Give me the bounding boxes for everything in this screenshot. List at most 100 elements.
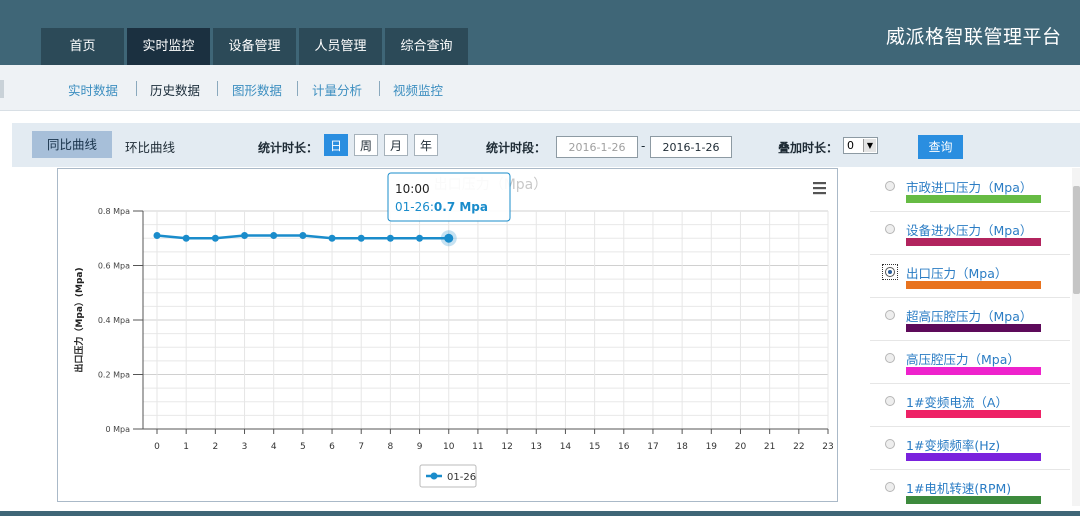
nav-tab-realtime-monitor[interactable]: 实时监控 [127, 28, 210, 65]
y-axis-label: 出口压力（Mpa）(Mpa) [73, 267, 85, 372]
series-option[interactable]: 1#变频电流（A） [870, 383, 1070, 427]
series-option[interactable]: 1#变频频率(Hz) [870, 426, 1070, 470]
series-option[interactable]: 市政进口压力（Mpa） [870, 168, 1070, 212]
period-label: 统计时段： [486, 141, 547, 155]
hamburger-icon-bar [813, 192, 826, 195]
series-option-label[interactable]: 超高压腔压力（Mpa） [906, 306, 1032, 325]
x-tick-label: 9 [417, 442, 423, 452]
data-point[interactable] [153, 232, 161, 240]
data-point[interactable] [211, 234, 219, 242]
x-tick-label: 14 [560, 442, 572, 452]
series-option-label[interactable]: 出口压力（Mpa） [906, 263, 1007, 282]
x-tick-label: 11 [472, 442, 483, 452]
subnav-graph-data[interactable]: 图形数据 [232, 80, 282, 99]
legend-point-swatch [430, 472, 438, 480]
series-radio[interactable] [885, 396, 895, 406]
data-point[interactable] [328, 234, 336, 242]
legend-series-label: 01-26 [447, 472, 476, 483]
subnav-video-monitor[interactable]: 视频监控 [393, 80, 443, 99]
nav-tab-home[interactable]: 首页 [41, 28, 124, 65]
series-option-label[interactable]: 设备进水压力（Mpa） [906, 220, 1032, 239]
subnav-divider [136, 81, 137, 96]
end-date-input[interactable] [650, 136, 732, 158]
series-radio[interactable] [885, 353, 895, 363]
yoy-curve-tab[interactable]: 同比曲线 [32, 131, 112, 158]
data-point[interactable] [241, 232, 249, 240]
duration-week-button[interactable]: 周 [354, 134, 378, 156]
data-point[interactable] [416, 234, 424, 242]
series-radio[interactable] [885, 482, 895, 492]
series-option[interactable]: 超高压腔压力（Mpa） [870, 297, 1070, 341]
mom-curve-tab[interactable]: 环比曲线 [125, 137, 175, 156]
series-color-swatch [906, 453, 1041, 461]
x-tick-label: 1 [183, 442, 189, 452]
x-tick-label: 21 [764, 442, 775, 452]
x-tick-label: 2 [212, 442, 218, 452]
series-radio[interactable] [885, 267, 895, 277]
chart-container: 出口压力（Mpa） 0 Mpa0.2 Mpa0.4 Mpa0.6 Mpa0.8 … [57, 168, 838, 502]
subnav-divider [379, 81, 380, 96]
x-tick-label: 8 [388, 442, 394, 452]
series-option-label[interactable]: 1#电机转速(RPM) [906, 478, 1011, 497]
y-tick-label: 0.4 Mpa [98, 316, 130, 325]
nav-tab-device-management[interactable]: 设备管理 [213, 28, 296, 65]
brand-title: 威派格智联管理平台 [886, 26, 1062, 48]
tooltip-value: 01-26:0.7 Mpa [395, 200, 488, 214]
series-option[interactable]: 出口压力（Mpa） [870, 254, 1070, 298]
series-color-swatch [906, 367, 1041, 375]
tooltip-time: 10:00 [395, 182, 430, 196]
hamburger-icon[interactable] [813, 182, 826, 195]
x-tick-label: 5 [300, 442, 306, 452]
series-color-swatch [906, 410, 1041, 418]
nav-tab-personnel-management[interactable]: 人员管理 [299, 28, 382, 65]
duration-month-button[interactable]: 月 [384, 134, 408, 156]
x-tick-label: 15 [589, 442, 600, 452]
x-tick-label: 16 [618, 442, 630, 452]
duration-year-button[interactable]: 年 [414, 134, 438, 156]
nav-tab-comprehensive-query[interactable]: 综合查询 [385, 28, 468, 65]
y-tick-label: 0 Mpa [105, 425, 130, 434]
data-point[interactable] [182, 234, 190, 242]
x-tick-label: 13 [531, 442, 542, 452]
data-point[interactable] [357, 234, 365, 242]
x-tick-label: 17 [647, 442, 658, 452]
x-tick-label: 6 [329, 442, 335, 452]
overlay-duration-value: 0 [847, 139, 854, 152]
legend-scrollbar-thumb[interactable] [1073, 186, 1080, 294]
subnav-metering-analysis[interactable]: 计量分析 [312, 80, 362, 99]
data-point[interactable] [444, 233, 454, 243]
x-tick-label: 7 [358, 442, 364, 452]
subnav-realtime-data[interactable]: 实时数据 [68, 80, 118, 99]
series-color-swatch [906, 281, 1041, 289]
left-edge-handle[interactable] [0, 80, 4, 98]
series-option[interactable]: 高压腔压力（Mpa） [870, 340, 1070, 384]
series-radio[interactable] [885, 224, 895, 234]
overlay-duration-select[interactable]: 0 ▼ [843, 137, 878, 154]
subnav-history-data[interactable]: 历史数据 [150, 80, 200, 99]
series-option[interactable]: 设备进水压力（Mpa） [870, 211, 1070, 255]
date-range-dash: - [641, 139, 646, 153]
chevron-down-icon[interactable]: ▼ [863, 139, 876, 152]
series-option-label[interactable]: 1#变频频率(Hz) [906, 435, 1000, 454]
series-radio[interactable] [885, 439, 895, 449]
start-date-input[interactable] [556, 136, 638, 158]
data-point[interactable] [299, 232, 307, 240]
series-option-label[interactable]: 1#变频电流（A） [906, 392, 1008, 411]
hamburger-icon-bar [813, 187, 826, 190]
series-option[interactable]: 1#电机转速(RPM) [870, 469, 1070, 513]
query-button[interactable]: 查询 [918, 135, 963, 159]
series-color-swatch [906, 324, 1041, 332]
series-color-swatch [906, 238, 1041, 246]
hamburger-icon-bar [813, 182, 826, 185]
duration-label: 统计时长： [258, 141, 319, 155]
series-option-label[interactable]: 市政进口压力（Mpa） [906, 177, 1032, 196]
series-color-swatch [906, 195, 1041, 203]
series-option-label[interactable]: 高压腔压力（Mpa） [906, 349, 1020, 368]
series-radio[interactable] [885, 181, 895, 191]
series-radio[interactable] [885, 310, 895, 320]
overlay-duration-label: 叠加时长： [778, 141, 839, 155]
duration-day-button[interactable]: 日 [324, 134, 348, 156]
data-point[interactable] [270, 232, 278, 240]
bottom-border [0, 511, 1080, 516]
data-point[interactable] [386, 234, 394, 242]
